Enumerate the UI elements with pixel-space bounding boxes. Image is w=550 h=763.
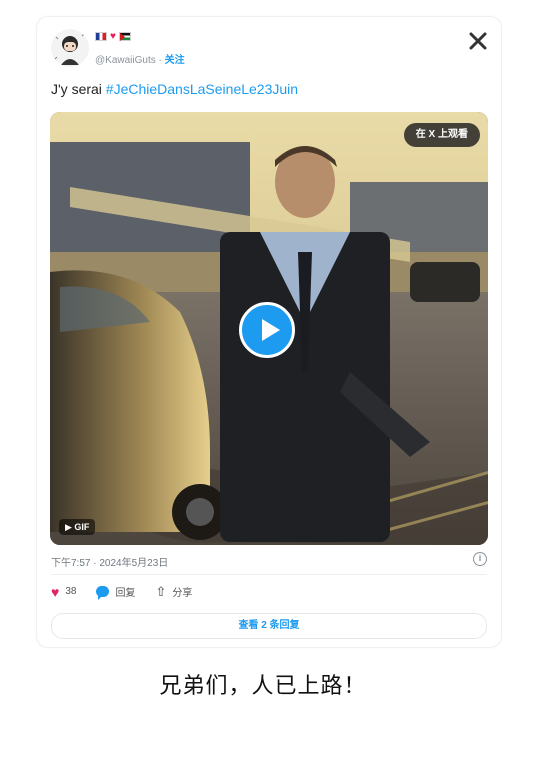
heart-icon: ♥ — [51, 583, 60, 600]
reply-icon — [96, 586, 110, 600]
view-replies-button[interactable]: 查看 2 条回复 — [51, 613, 487, 639]
play-icon[interactable] — [239, 302, 295, 358]
close-icon[interactable] — [467, 31, 489, 53]
post-text-body: J'y serai — [51, 81, 106, 97]
user-handle[interactable]: @KawaiiGuts — [95, 55, 156, 66]
heart-emoji-icon: ♥ — [110, 31, 116, 42]
embedded-post-card: ♥ @KawaiiGuts · 关注 J'y serai #JeChieDans… — [36, 16, 502, 648]
reply-button[interactable]: 回复 — [96, 584, 136, 600]
share-icon: ⇧ — [155, 584, 167, 599]
handle-separator: · — [155, 55, 165, 66]
palestine-flag-icon — [118, 32, 131, 41]
info-icon[interactable]: i — [473, 552, 487, 566]
gif-badge: ▶ GIF — [59, 519, 96, 535]
reply-label: 回复 — [115, 588, 136, 599]
divider — [51, 574, 487, 575]
page: ♥ @KawaiiGuts · 关注 J'y serai #JeChieDans… — [0, 0, 550, 763]
video-media[interactable]: 在 X 上观看 ▶ GIF — [50, 112, 488, 545]
post-text: J'y serai #JeChieDansLaSeineLe23Juin — [51, 81, 298, 97]
gif-label: GIF — [74, 522, 90, 532]
post-actions: ♥ 38 回复 ⇧ 分享 — [51, 584, 192, 600]
like-count: 38 — [65, 586, 77, 597]
like-button[interactable]: ♥ 38 — [51, 585, 76, 599]
avatar[interactable] — [51, 29, 89, 67]
display-name-emojis: ♥ — [95, 31, 131, 42]
caption-text: 兄弟们，人已上路！ — [159, 674, 367, 699]
gif-play-icon: ▶ — [65, 522, 75, 532]
handle-row: @KawaiiGuts · 关注 — [95, 51, 185, 66]
france-flag-icon — [95, 32, 107, 41]
share-button[interactable]: ⇧ 分享 — [155, 584, 192, 599]
share-label: 分享 — [172, 588, 193, 599]
post-timestamp[interactable]: 下午7:57 · 2024年5月23日 — [51, 554, 168, 569]
watch-on-x-button[interactable]: 在 X 上观看 — [403, 123, 480, 147]
hashtag-link[interactable]: #JeChieDansLaSeineLe23Juin — [106, 81, 298, 97]
post-header: ♥ @KawaiiGuts · 关注 — [51, 29, 491, 73]
follow-button[interactable]: 关注 — [165, 55, 185, 66]
